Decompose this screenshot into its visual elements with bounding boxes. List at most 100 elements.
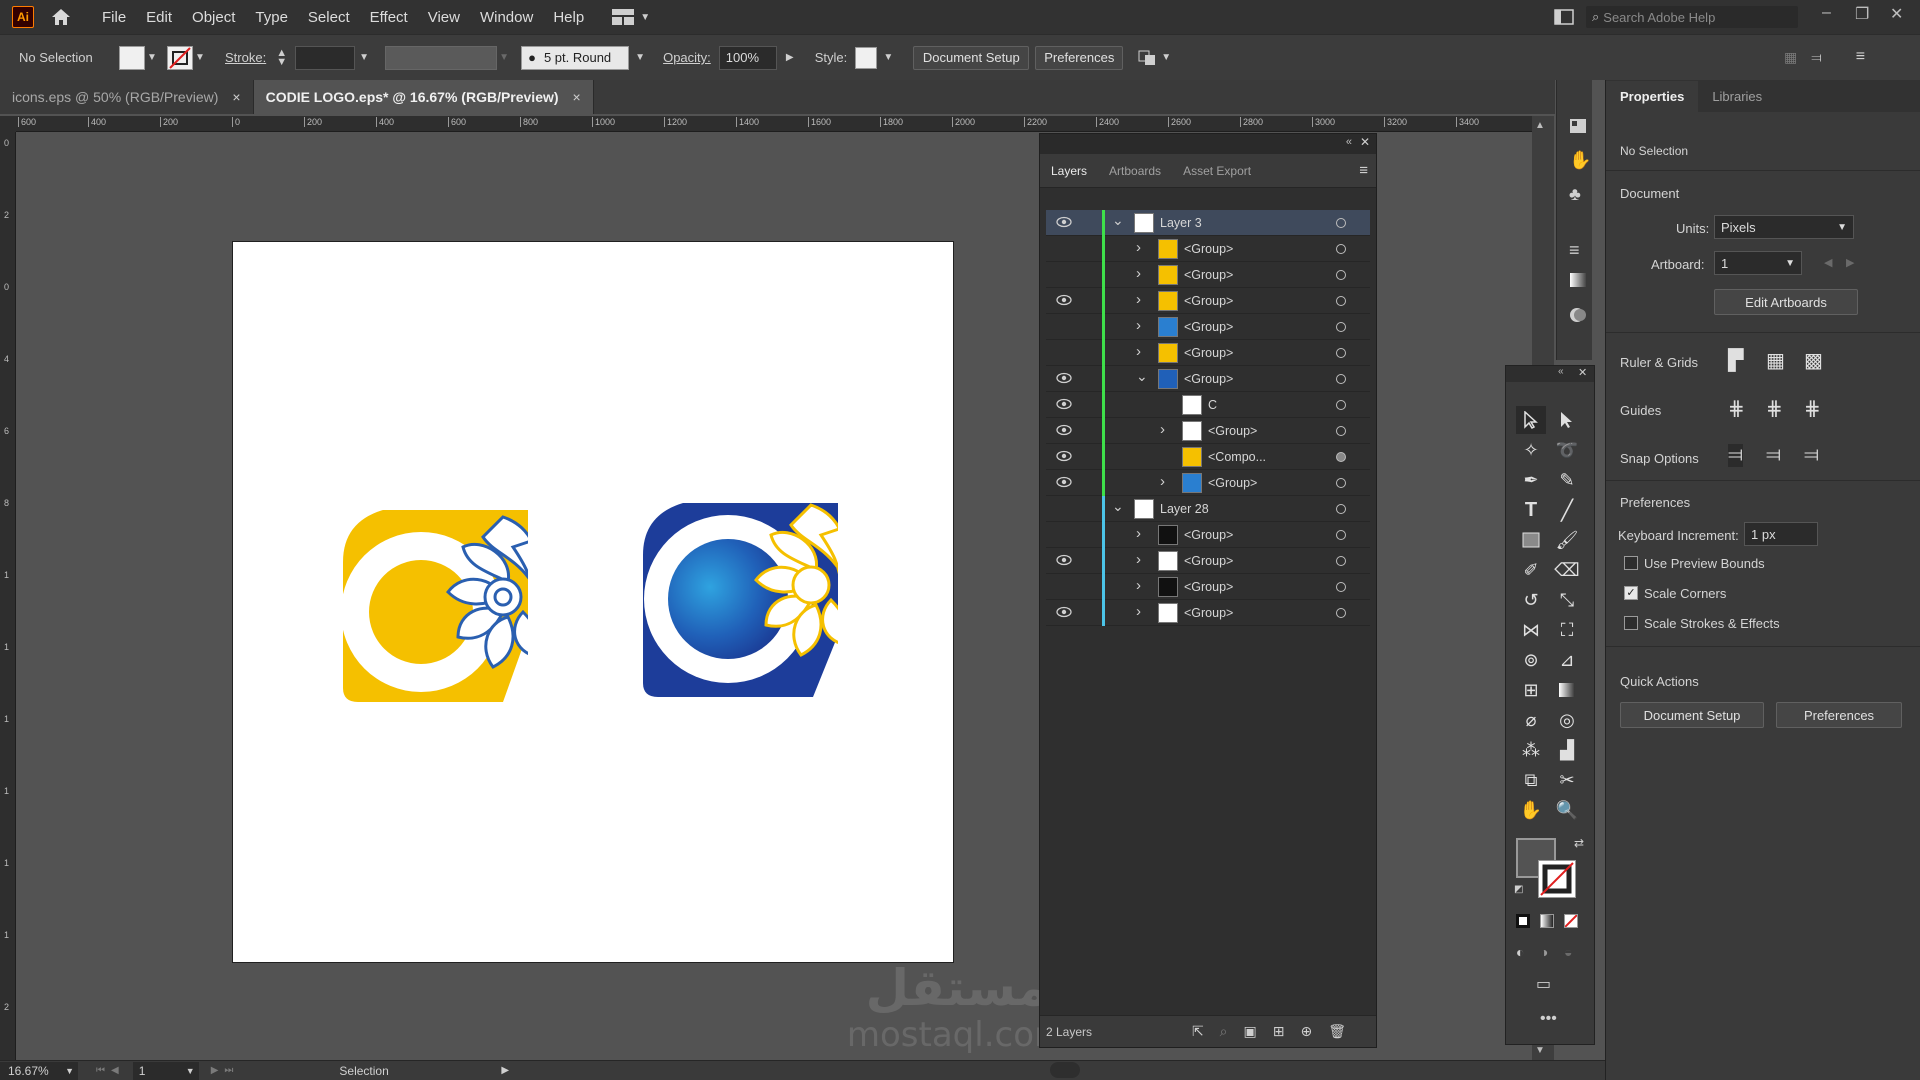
panel-header[interactable]: « ✕ xyxy=(1040,134,1376,154)
menu-file[interactable]: File xyxy=(102,9,126,26)
visibility-eye-icon[interactable] xyxy=(1056,580,1072,592)
fill-swatch[interactable] xyxy=(119,45,145,70)
chevron-right-icon[interactable]: ▶ xyxy=(783,52,797,63)
sublayer-row[interactable]: › <Group> xyxy=(1046,574,1370,600)
tab-libraries[interactable]: Libraries xyxy=(1698,89,1776,112)
chevron-down-icon[interactable]: ▼ xyxy=(145,52,159,63)
target-circle-icon[interactable] xyxy=(1336,556,1346,566)
opacity-field[interactable]: 100% xyxy=(718,45,777,70)
gradient-tool-icon[interactable] xyxy=(1552,676,1582,704)
target-circle-icon[interactable] xyxy=(1336,530,1346,540)
stroke-stepper[interactable]: ▲ ▼ xyxy=(276,47,287,67)
search-input[interactable]: ⌕ Search Adobe Help xyxy=(1586,6,1798,28)
rectangle-tool-icon[interactable] xyxy=(1516,526,1546,554)
previous-artboard-icon[interactable]: ◀ xyxy=(1824,256,1832,269)
eyedropper-tool-icon[interactable]: ⌀ xyxy=(1516,706,1546,734)
vertical-ruler[interactable]: 0 2 0 4 6 8 1 1 1 1 1 1 2 xyxy=(0,132,16,1062)
menu-object[interactable]: Object xyxy=(192,9,235,26)
sublayer-row[interactable]: › <Group> xyxy=(1046,288,1370,314)
scale-tool-icon[interactable]: ⤡ xyxy=(1552,586,1582,614)
units-select[interactable]: Pixels ▼ xyxy=(1714,215,1854,239)
arrange-icon[interactable]: ▼ xyxy=(1137,49,1171,67)
selection-tool-icon[interactable] xyxy=(1516,406,1546,434)
chevron-down-icon[interactable]: ⌄ xyxy=(1112,498,1124,515)
new-layer-icon[interactable]: ⊕ xyxy=(1300,1023,1312,1040)
qa-preferences-button[interactable]: Preferences xyxy=(1776,702,1902,728)
magic-wand-tool-icon[interactable]: ✧ xyxy=(1516,436,1546,464)
qa-document-setup-button[interactable]: Document Setup xyxy=(1620,702,1764,728)
tools-header[interactable]: « ✕ xyxy=(1506,366,1594,382)
document-setup-button[interactable]: Document Setup xyxy=(913,45,1030,70)
pen-tool-icon[interactable]: ✒ xyxy=(1516,466,1546,494)
draw-normal-icon[interactable]: ◐ xyxy=(1516,944,1524,960)
stroke-weight-field[interactable] xyxy=(295,45,356,70)
scroll-down-icon[interactable]: ▼ xyxy=(1535,1045,1545,1056)
scroll-up-icon[interactable]: ▲ xyxy=(1535,120,1545,131)
smart-guides-icon[interactable]: ⋕ xyxy=(1804,396,1821,421)
line-segment-tool-icon[interactable]: ╱ xyxy=(1552,496,1582,524)
target-circle-icon[interactable] xyxy=(1336,608,1346,618)
perspective-grid-tool-icon[interactable]: ⊿ xyxy=(1552,646,1582,674)
scale-corners-checkbox[interactable]: ✓ xyxy=(1624,586,1638,600)
horizontal-ruler[interactable]: 600 400 200 0 200 400 600 800 1000 1200 1400 1600 18… xyxy=(16,116,1532,132)
menu-view[interactable]: View xyxy=(428,9,460,26)
close-icon[interactable]: ✕ xyxy=(1360,135,1370,149)
paintbrush-tool-icon[interactable]: 🖌 xyxy=(1552,526,1582,554)
chevron-down-icon[interactable]: ▼ xyxy=(633,52,647,63)
chevron-right-icon[interactable]: › xyxy=(1136,551,1141,568)
visibility-eye-icon[interactable] xyxy=(1056,398,1072,410)
visibility-eye-icon[interactable] xyxy=(1056,320,1072,332)
tab-properties[interactable]: Properties xyxy=(1606,81,1699,112)
swap-colors-icon[interactable]: ⇄ xyxy=(1574,836,1584,850)
draw-behind-icon[interactable]: ◑ xyxy=(1540,944,1548,960)
artboard[interactable] xyxy=(232,241,954,963)
visibility-eye-icon[interactable] xyxy=(1056,372,1072,384)
chevron-right-icon[interactable]: › xyxy=(1136,577,1141,594)
chevron-right-icon[interactable]: › xyxy=(1136,239,1141,256)
minimize-button[interactable]: – xyxy=(1822,4,1831,22)
tab-asset-export[interactable]: Asset Export xyxy=(1172,164,1262,178)
locate-object-icon[interactable]: ⌕ xyxy=(1220,1023,1228,1040)
close-window-button[interactable]: ✕ xyxy=(1890,4,1903,24)
menu-select[interactable]: Select xyxy=(308,9,350,26)
menu-edit[interactable]: Edit xyxy=(146,9,172,26)
menu-type[interactable]: Type xyxy=(255,9,288,26)
brush-definition[interactable]: ● 5 pt. Round xyxy=(521,45,630,70)
status-menu-icon[interactable]: ▶ xyxy=(501,1065,509,1076)
blend-tool-icon[interactable]: ◎ xyxy=(1552,706,1582,734)
show-guides-icon[interactable]: ⋕ xyxy=(1728,396,1745,421)
grid-icon[interactable]: ▦ xyxy=(1766,348,1785,373)
symbols-icon[interactable]: ♣ xyxy=(1569,184,1581,205)
draw-inside-icon[interactable]: ◒ xyxy=(1564,944,1572,960)
new-sublayer-icon[interactable]: ⊞ xyxy=(1273,1023,1285,1040)
next-last-artboard-icons[interactable]: ▶⏭ xyxy=(211,1065,240,1076)
stroke-swatch[interactable] xyxy=(167,45,193,70)
sublayer-row[interactable]: › <Group> xyxy=(1046,418,1370,444)
codie-logo-yellow[interactable] xyxy=(343,502,553,712)
scale-strokes-checkbox[interactable] xyxy=(1624,616,1638,630)
layer-row[interactable]: ⌄ Layer 3 xyxy=(1046,210,1370,236)
type-tool-icon[interactable]: T xyxy=(1516,496,1546,524)
width-tool-icon[interactable]: ⋈ xyxy=(1516,616,1546,644)
snap-to-pixel-icon[interactable]: ⫤ xyxy=(1804,444,1819,467)
layer-row[interactable]: ⌄ Layer 28 xyxy=(1046,496,1370,522)
collapse-icon[interactable]: « xyxy=(1346,136,1352,148)
sublayer-row[interactable]: › <Group> xyxy=(1046,522,1370,548)
chevron-right-icon[interactable]: › xyxy=(1136,317,1141,334)
free-transform-tool-icon[interactable]: ⛶ xyxy=(1552,616,1582,644)
chevron-right-icon[interactable]: › xyxy=(1160,421,1165,438)
target-circle-icon[interactable] xyxy=(1336,218,1346,228)
sublayer-row[interactable]: ⌄ <Group> xyxy=(1046,366,1370,392)
trash-icon[interactable]: 🗑 xyxy=(1328,1023,1346,1040)
ruler-icon[interactable]: ▛ xyxy=(1728,348,1743,373)
chevron-down-icon[interactable]: ▼ xyxy=(881,52,895,63)
menu-window[interactable]: Window xyxy=(480,9,533,26)
sublayer-row[interactable]: › <Group> xyxy=(1046,262,1370,288)
target-circle-icon[interactable] xyxy=(1336,452,1346,462)
restore-button[interactable]: ❐ xyxy=(1855,4,1869,24)
tab-icons-eps[interactable]: icons.eps @ 50% (RGB/Preview) × xyxy=(0,80,254,114)
target-circle-icon[interactable] xyxy=(1336,270,1346,280)
sublayer-row[interactable]: › <Group> xyxy=(1046,236,1370,262)
close-icon[interactable]: × xyxy=(232,89,240,105)
target-circle-icon[interactable] xyxy=(1336,478,1346,488)
